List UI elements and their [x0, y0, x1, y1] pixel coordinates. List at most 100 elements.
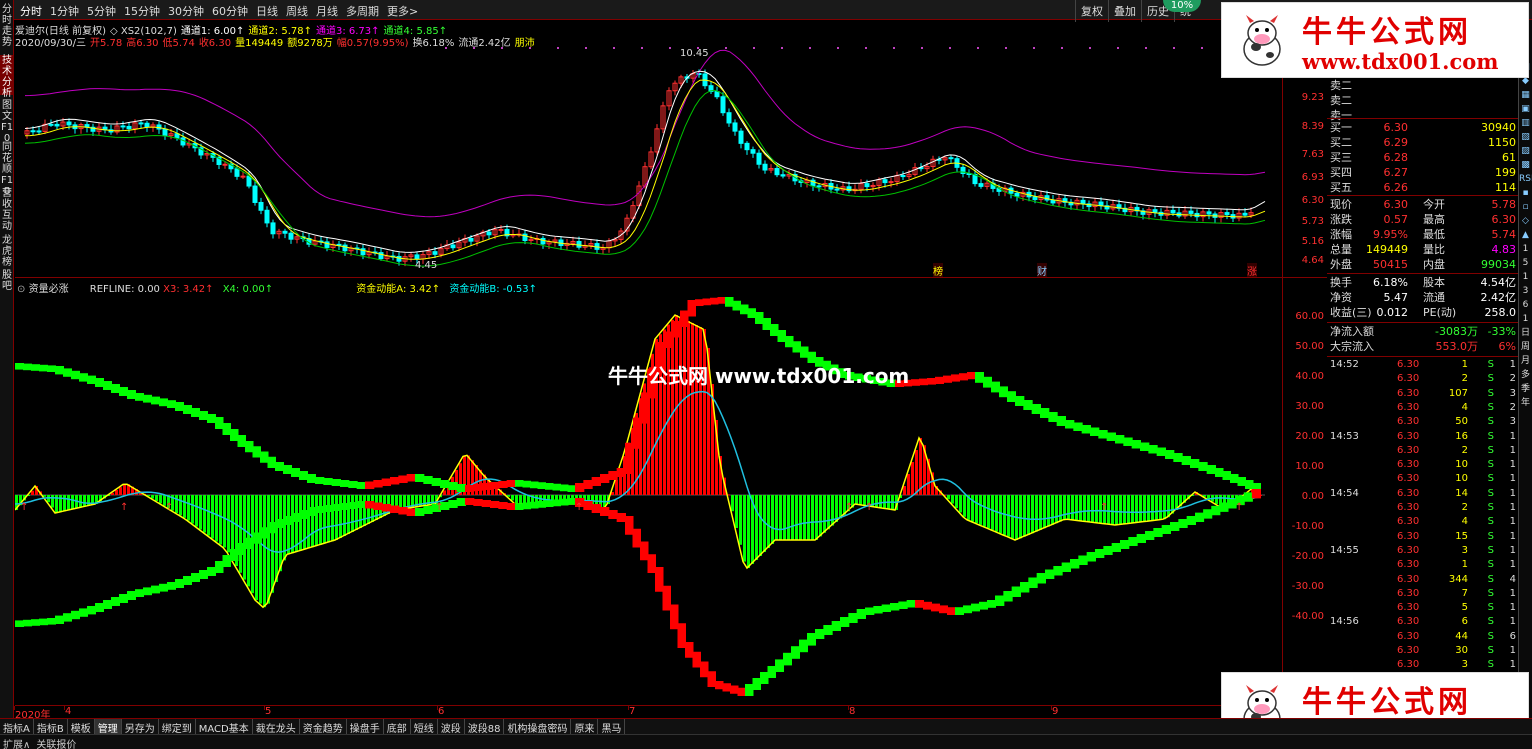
top-btn-1[interactable]: 叠加	[1108, 0, 1141, 22]
price-tick: 4.64	[1301, 255, 1324, 266]
status-item-0[interactable]: 扩展∧	[0, 735, 33, 749]
side-tool-icon[interactable]: ◇	[1519, 214, 1532, 228]
indicator-title[interactable]: 资量必涨	[29, 284, 69, 295]
histogram-bar	[115, 490, 118, 495]
lower-step-band	[1195, 512, 1205, 522]
event-marker[interactable]: 财	[1037, 263, 1047, 278]
candle-body	[450, 244, 456, 249]
period-3[interactable]: 15分钟	[120, 0, 164, 19]
candle-body	[1152, 209, 1158, 213]
side-tool-icon[interactable]: ▥	[1519, 116, 1532, 130]
center-watermark: 牛牛公式网 www.tdx001.com	[608, 364, 910, 388]
upper-step-band	[641, 392, 650, 424]
side-tool-icon[interactable]: 1	[1519, 242, 1532, 256]
histogram-bar	[319, 495, 322, 545]
upper-step-band	[365, 481, 375, 489]
histogram-bar	[1143, 495, 1146, 522]
side-tool-icon[interactable]: 季	[1519, 382, 1532, 396]
candle-body	[774, 168, 780, 176]
quote-panel: 卖二 卖二 卖一 买一 6.30 30940 买二 6.29 1150 买三 6.28 61 买四 6.2…	[1327, 20, 1518, 718]
histogram-bar	[839, 495, 842, 519]
side-tool-icon[interactable]: 年	[1519, 396, 1532, 410]
left-tab-3[interactable]: 同花顺F10	[0, 142, 14, 197]
period-4[interactable]: 30分钟	[164, 0, 208, 19]
side-tool-icon[interactable]: ▣	[1519, 102, 1532, 116]
candle-body	[486, 231, 492, 236]
period-2[interactable]: 5分钟	[83, 0, 120, 19]
left-tab-2[interactable]: 图文F10	[0, 100, 14, 144]
top-btn-0[interactable]: 复权	[1075, 0, 1108, 22]
histogram-bar	[239, 495, 242, 573]
histogram-bar	[51, 495, 54, 508]
side-tool-icon[interactable]: ▨	[1519, 144, 1532, 158]
flow-pct: 6%	[1498, 340, 1516, 353]
fund-value: 5.47	[1383, 291, 1409, 304]
upper-step-band	[1190, 459, 1200, 468]
left-tab-4[interactable]: 营收互动	[0, 188, 14, 232]
upper-step-band	[111, 384, 120, 393]
candle-body	[498, 228, 504, 231]
period-6[interactable]: 日线	[252, 0, 282, 19]
candle-body	[162, 128, 168, 137]
tick-price: 6.30	[1397, 487, 1420, 499]
period-5[interactable]: 60分钟	[208, 0, 252, 19]
side-tool-icon[interactable]: 1	[1519, 312, 1532, 326]
side-tool-icon[interactable]: ▩	[1519, 158, 1532, 172]
side-tool-icon[interactable]: 6	[1519, 298, 1532, 312]
side-tool-icon[interactable]: ▧	[1519, 130, 1532, 144]
side-tool-icon[interactable]: 3	[1519, 284, 1532, 298]
side-tool-icon[interactable]: ▪	[1519, 186, 1532, 200]
side-tool-icon[interactable]: ▦	[1519, 88, 1532, 102]
event-marker[interactable]: 涨	[1247, 263, 1257, 278]
histogram-bar	[63, 495, 66, 512]
side-tool-icon[interactable]: 日	[1519, 326, 1532, 340]
histogram-bar	[195, 495, 198, 527]
buy-row: 买五 6.26 114	[1327, 180, 1518, 195]
left-tab-0[interactable]: 分时走势	[0, 4, 14, 48]
side-tool-icon[interactable]: ▫	[1519, 200, 1532, 214]
period-7[interactable]: 周线	[282, 0, 312, 19]
left-tab-5[interactable]: 龙虎榜	[0, 235, 14, 268]
histogram-bar	[915, 450, 918, 495]
histogram-bar	[83, 495, 86, 507]
buy-label: 买一	[1330, 121, 1352, 134]
lower-step-band	[730, 685, 739, 694]
side-tool-icon[interactable]: 1	[1519, 270, 1532, 284]
lower-step-band	[1095, 549, 1105, 558]
tick-side: S	[1487, 387, 1494, 399]
side-tool-icon[interactable]: 5	[1519, 256, 1532, 270]
period-9[interactable]: 多周期	[342, 0, 383, 19]
left-tab-6[interactable]: 股吧	[0, 270, 14, 320]
side-tool-icon[interactable]: ▲	[1519, 228, 1532, 242]
lower-step-band	[715, 681, 724, 690]
date-tick-mark	[848, 706, 849, 710]
sell-label: 卖二	[1330, 94, 1352, 107]
histogram-bar	[799, 495, 802, 540]
histogram-bar	[879, 495, 882, 508]
indicator-pane[interactable]: ↑ ↑ ↑ ↑ ↑ ↑ ↑ ↑ ↑ ⊙ 资量必涨 REFLINE: 0.00 X3: 3.42↑…	[15, 278, 1282, 705]
period-0[interactable]: 分时	[16, 0, 46, 19]
period-10[interactable]: 更多>	[383, 0, 422, 19]
lower-step-band	[979, 601, 988, 610]
tick-time: 14:55	[1330, 544, 1359, 556]
tick-side: S	[1487, 587, 1494, 599]
side-tool-icon[interactable]: RSI	[1519, 172, 1532, 186]
histogram-bar	[203, 495, 206, 533]
side-tool-icon[interactable]: 月	[1519, 354, 1532, 368]
buy-arrow-icon: ↑	[165, 502, 173, 513]
indicator-menu-icon[interactable]: ⊙	[17, 284, 25, 295]
period-1[interactable]: 1分钟	[46, 0, 83, 19]
lower-step-band	[215, 561, 224, 573]
histogram-bar	[755, 495, 758, 560]
lower-step-band	[1028, 577, 1038, 588]
event-marker[interactable]: 榜	[933, 263, 943, 278]
kline-chart[interactable]: 爱迪尔(日线 前复权) ◇ XS2(102,7) 通道1: 6.00↑ 通道2: 5.…	[15, 20, 1282, 278]
histogram-bar	[1139, 495, 1142, 523]
buy-row: 买二 6.29 1150	[1327, 135, 1518, 150]
side-tool-icon[interactable]: 周	[1519, 340, 1532, 354]
left-tab-1[interactable]: 技术分析	[0, 55, 14, 99]
side-tool-icon[interactable]: 多	[1519, 368, 1532, 382]
status-item-1[interactable]: 关联报价	[33, 735, 79, 749]
period-8[interactable]: 月线	[312, 0, 342, 19]
divider	[1327, 322, 1518, 323]
